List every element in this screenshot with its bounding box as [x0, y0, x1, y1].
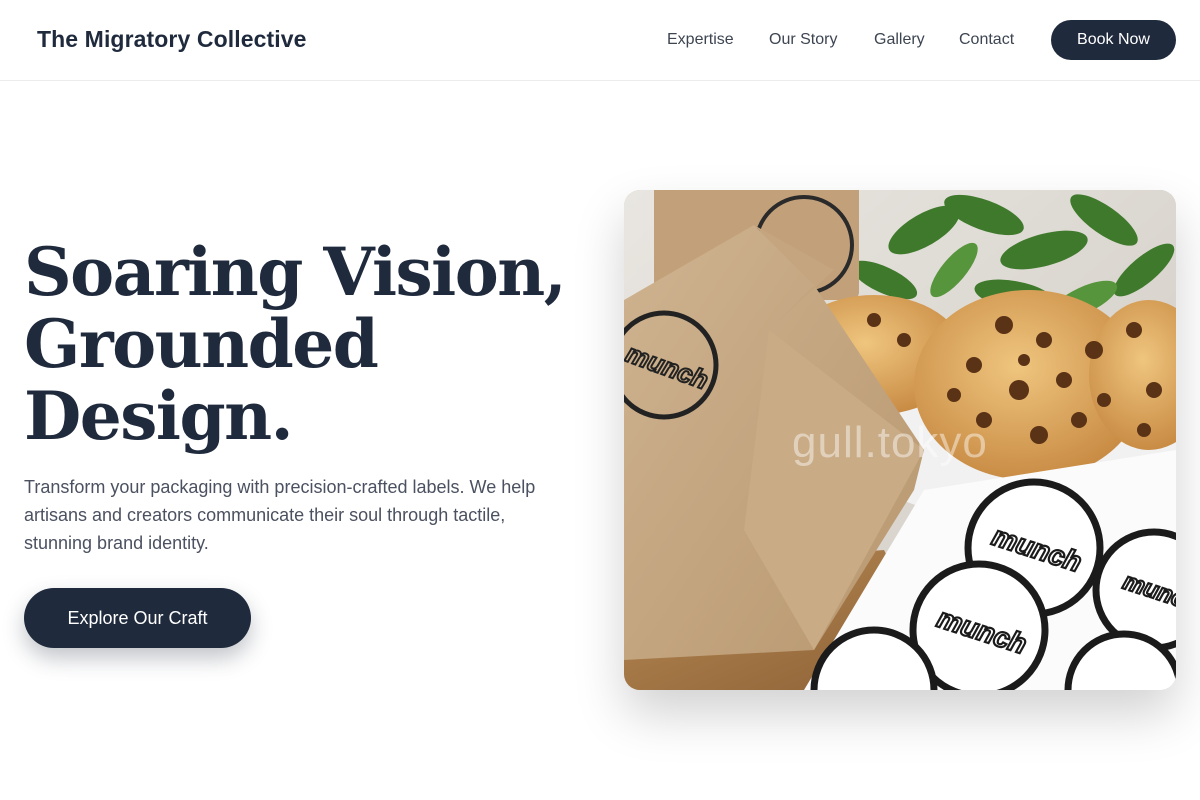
hero-title-line: Grounded: [24, 305, 379, 383]
hero-title: Soaring Vision, Grounded Design.: [24, 236, 584, 452]
top-navigation: The Migratory Collective Expertise Our S…: [0, 0, 1200, 81]
nav-link-expertise[interactable]: Expertise: [667, 31, 734, 49]
hero-title-line: Design.: [24, 377, 294, 455]
nav-link-gallery[interactable]: Gallery: [874, 31, 925, 49]
hero-title-line: Soaring Vision,: [24, 233, 567, 311]
explore-craft-button[interactable]: Explore Our Craft: [24, 588, 251, 648]
nav-link-contact[interactable]: Contact: [959, 31, 1014, 49]
photo-watermark: gull.tokyo: [792, 418, 988, 467]
hero-subtitle: Transform your packaging with precision-…: [24, 477, 536, 553]
book-now-button[interactable]: Book Now: [1051, 20, 1176, 60]
nav-link-our-story[interactable]: Our Story: [769, 31, 837, 49]
hero-product-photo: munch munch munch munch gull.tokyo: [624, 190, 1176, 690]
brand-logo-text[interactable]: The Migratory Collective: [37, 26, 307, 53]
